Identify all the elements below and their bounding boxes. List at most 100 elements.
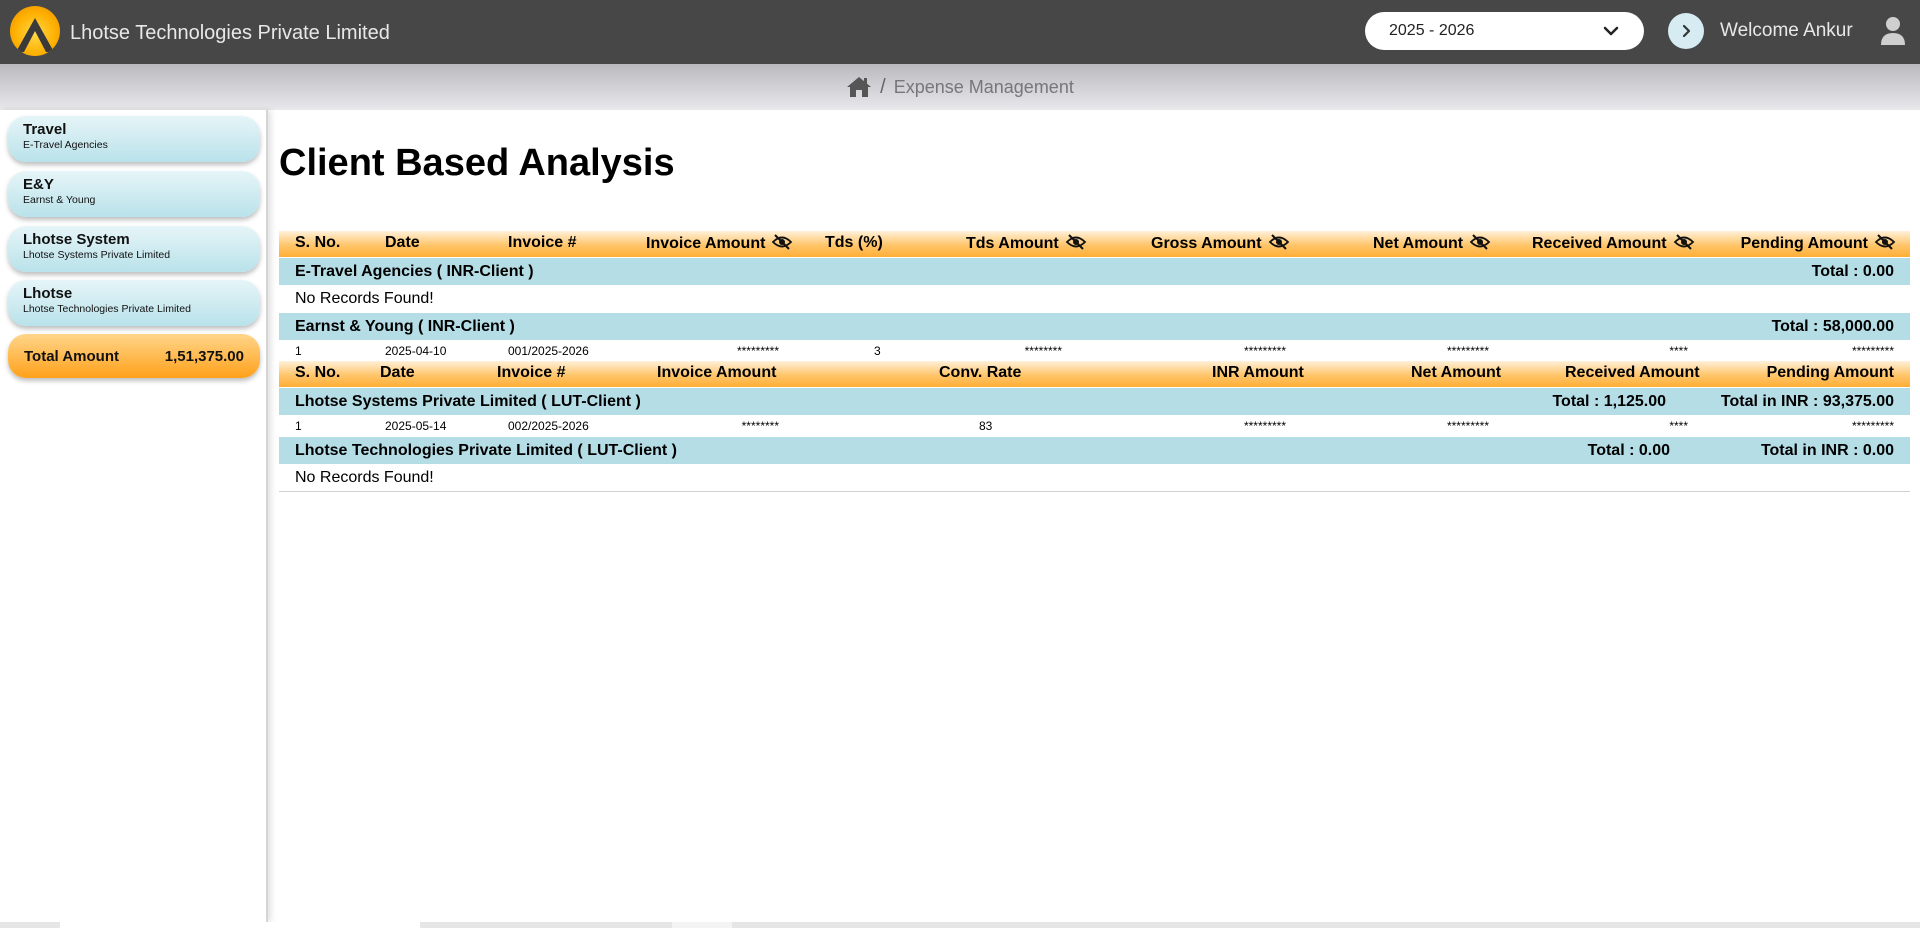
page-title: Client Based Analysis [279, 142, 675, 184]
col-received-amount: Received Amount [1565, 364, 1700, 381]
col-pending-amount: Pending Amount [1741, 234, 1896, 253]
col-gross-amount: Gross Amount [1151, 234, 1290, 253]
client-group-name: Lhotse Technologies Private Limited ( LU… [295, 442, 677, 459]
col-invoice-amount-label: Invoice Amount [646, 235, 766, 252]
fiscal-year-value: 2025 - 2026 [1389, 22, 1475, 39]
col-date: Date [380, 364, 415, 381]
sidebar-total-amount: Total Amount 1,51,375.00 [8, 334, 260, 378]
sidebar-item-title: Lhotse [23, 285, 73, 302]
eye-slash-icon[interactable] [1065, 234, 1087, 250]
eye-slash-icon[interactable] [1469, 234, 1491, 250]
go-button[interactable] [1668, 13, 1704, 49]
client-group-total: Total : 58,000.00 [1771, 318, 1894, 335]
cell-received-amount: **** [1669, 419, 1688, 433]
table-end-divider [279, 491, 1910, 492]
col-received-amount: Received Amount [1532, 234, 1695, 253]
col-pending-amount-label: Pending Amount [1740, 235, 1868, 252]
col-received-amount-label: Received Amount [1532, 235, 1667, 252]
bottom-scroll-strip [0, 922, 1920, 928]
col-tds-amount: Tds Amount [966, 234, 1087, 253]
cell-conv-rate: 83 [979, 419, 993, 433]
col-pending-amount: Pending Amount [1766, 364, 1894, 381]
cell-inr-amount: ********* [1243, 419, 1286, 433]
cell-pending-amount: ********* [1851, 419, 1894, 433]
breadcrumb-bar: / Expense Management [0, 64, 1920, 110]
col-date: Date [385, 234, 420, 251]
col-invoice-amount: Invoice Amount [646, 234, 793, 253]
home-icon[interactable] [846, 76, 872, 98]
company-name: Lhotse Technologies Private Limited [70, 22, 390, 44]
sidebar-item-subtitle: Lhotse Technologies Private Limited [23, 303, 191, 315]
client-group-row: Earnst & Young ( INR-Client ) Total : 58… [279, 312, 1910, 340]
col-sno: S. No. [295, 234, 341, 251]
client-group-total-inr: Total in INR : 93,375.00 [1720, 393, 1894, 410]
welcome-text: Welcome Ankur [1720, 20, 1853, 41]
sidebar-item-lhotse-system[interactable]: Lhotse System Lhotse Systems Private Lim… [8, 226, 260, 272]
col-tds-amount-label: Tds Amount [966, 235, 1059, 252]
chevron-down-icon [1603, 26, 1619, 36]
cell-tds-pct: 3 [874, 344, 881, 358]
user-icon[interactable] [1880, 16, 1906, 46]
no-records-message: No Records Found! [295, 469, 434, 486]
sidebar: Travel E-Travel Agencies E&Y Earnst & Yo… [0, 110, 268, 922]
client-group-row: E-Travel Agencies ( INR-Client ) Total :… [279, 257, 1910, 285]
cell-sno: 1 [295, 344, 302, 358]
sidebar-item-lhotse[interactable]: Lhotse Lhotse Technologies Private Limit… [8, 280, 260, 326]
chevron-right-icon [1682, 24, 1691, 38]
no-records-row: No Records Found! [279, 464, 1910, 491]
cell-invoice-amount: ******** [741, 419, 779, 433]
cell-invoice-amount: ********* [736, 344, 779, 358]
fiscal-year-select[interactable]: 2025 - 2026 [1365, 12, 1644, 50]
cell-invoice: 001/2025-2026 [508, 344, 589, 358]
cell-tds-amount: ******** [1024, 344, 1062, 358]
eye-slash-icon[interactable] [1874, 234, 1896, 250]
cell-sno: 1 [295, 419, 302, 433]
logo-icon[interactable] [10, 6, 60, 56]
col-tds-pct: Tds (%) [825, 234, 883, 251]
scrollbar-thumb[interactable] [60, 922, 420, 928]
cell-net-amount: ********* [1446, 419, 1489, 433]
table-row: 1 2025-05-14 002/2025-2026 ******** 83 *… [279, 415, 1910, 436]
sidebar-item-title: E&Y [23, 176, 54, 193]
client-group-total: Total : 0.00 [1587, 442, 1670, 459]
total-amount-value: 1,51,375.00 [164, 347, 244, 365]
eye-slash-icon[interactable] [1673, 234, 1695, 250]
cell-gross-amount: ********* [1243, 344, 1286, 358]
cell-received-amount: **** [1669, 344, 1688, 358]
table-row: 1 2025-04-10 001/2025-2026 ********* 3 *… [279, 340, 1910, 361]
eye-slash-icon[interactable] [1268, 234, 1290, 250]
inr-table-header: S. No. Date Invoice # Invoice Amount Tds… [279, 231, 1910, 257]
col-invoice: Invoice # [508, 234, 577, 251]
breadcrumb-separator: / [880, 75, 886, 98]
client-group-total-inr: Total in INR : 0.00 [1760, 442, 1894, 459]
no-records-message: No Records Found! [295, 290, 434, 307]
col-net-amount-label: Net Amount [1373, 235, 1464, 252]
cell-net-amount: ********* [1446, 344, 1489, 358]
col-gross-amount-label: Gross Amount [1151, 235, 1262, 252]
sidebar-item-ey[interactable]: E&Y Earnst & Young [8, 171, 260, 217]
col-conv-rate: Conv. Rate [939, 364, 1022, 381]
sidebar-item-subtitle: Earnst & Young [23, 194, 96, 206]
sidebar-item-travel[interactable]: Travel E-Travel Agencies [8, 116, 260, 162]
eye-slash-icon[interactable] [771, 234, 793, 250]
col-sno: S. No. [295, 364, 341, 381]
col-net-amount: Net Amount [1373, 234, 1491, 253]
no-records-row: No Records Found! [279, 285, 1910, 312]
col-invoice-amount: Invoice Amount [657, 364, 777, 381]
col-inr-amount: INR Amount [1212, 364, 1304, 381]
client-group-total: Total : 0.00 [1811, 263, 1894, 280]
cell-pending-amount: ********* [1851, 344, 1894, 358]
sidebar-item-subtitle: E-Travel Agencies [23, 139, 108, 151]
client-group-name: E-Travel Agencies ( INR-Client ) [295, 263, 534, 280]
cell-invoice: 002/2025-2026 [508, 419, 589, 433]
col-net-amount: Net Amount [1411, 364, 1502, 381]
client-analysis-report: S. No. Date Invoice # Invoice Amount Tds… [279, 231, 1910, 492]
client-group-name: Lhotse Systems Private Limited ( LUT-Cli… [295, 393, 641, 410]
client-group-row: Lhotse Systems Private Limited ( LUT-Cli… [279, 387, 1910, 415]
cell-date: 2025-04-10 [385, 344, 447, 358]
col-invoice: Invoice # [497, 364, 566, 381]
breadcrumb: / Expense Management [846, 76, 1074, 99]
sidebar-item-title: Lhotse System [23, 231, 130, 248]
client-group-total: Total : 1,125.00 [1552, 393, 1666, 410]
cell-date: 2025-05-14 [385, 419, 447, 433]
